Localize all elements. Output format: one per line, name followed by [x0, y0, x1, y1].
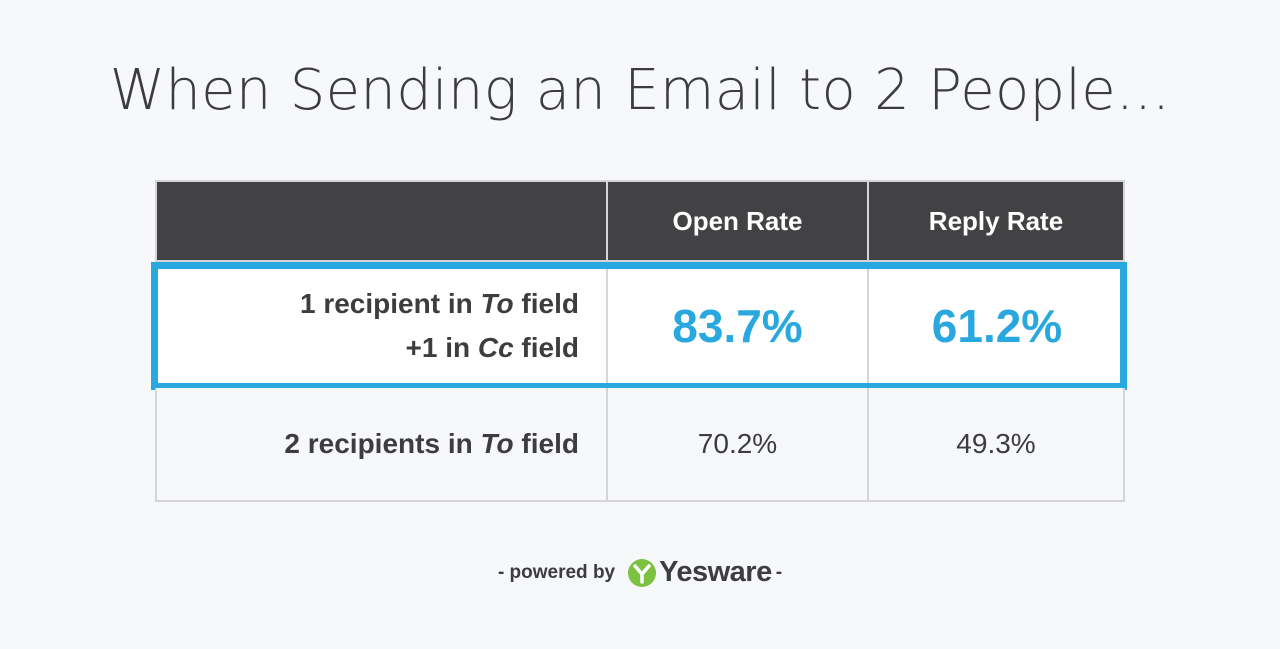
row-label: 1 recipient in To field +1 in Cc field — [299, 288, 579, 363]
header-reply-rate-label: Reply Rate — [928, 205, 1064, 236]
table-row-highlighted: 1 recipient in To field +1 in Cc field 8… — [155, 264, 1125, 388]
comparison-table: Open Rate Reply Rate 1 recipient in To f… — [151, 180, 1127, 502]
trailing-dash: - — [775, 561, 783, 583]
reply-rate-value: 49.3% — [956, 428, 1036, 459]
table-row: 2 recipients in To field 70.2% 49.3% — [155, 388, 1125, 502]
row-label: 2 recipients in To field — [284, 428, 579, 459]
brand-name: Yesware — [659, 556, 772, 588]
open-rate-value: 70.2% — [697, 428, 778, 459]
header-cell-open-rate: Open Rate — [606, 180, 869, 262]
footer-attribution: - powered by Yesware - — [0, 556, 1280, 589]
header-cell-empty — [155, 180, 608, 262]
yesware-logo-icon — [628, 558, 657, 587]
powered-by-label: - powered by — [497, 561, 616, 583]
header-cell-reply-rate: Reply Rate — [867, 180, 1125, 262]
reply-rate-value: 61.2% — [931, 300, 1063, 352]
open-rate-value: 83.7% — [672, 300, 803, 352]
header-open-rate-label: Open Rate — [672, 205, 803, 236]
page-title: When Sending an Email to 2 People... — [109, 58, 1171, 123]
